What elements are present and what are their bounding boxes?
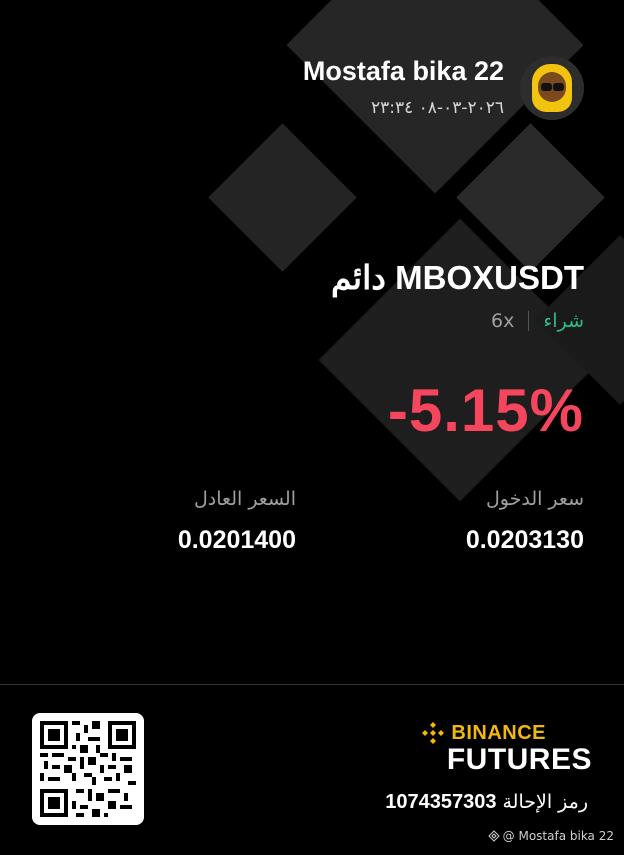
- background-diamond: [208, 123, 357, 272]
- fair-price: السعر العادل 0.0201400: [178, 488, 296, 555]
- entry-price-label: سعر الدخول: [485, 488, 584, 510]
- timestamp: ٢٠٢٦-٠٣-٠٨ ٢٣:٣٤: [370, 98, 504, 118]
- position-side: شراء: [543, 310, 584, 332]
- contract-symbol: MBOXUSDT دائم: [330, 259, 584, 296]
- entry-price: سعر الدخول 0.0203130: [466, 488, 584, 555]
- brand-name: BINANCE: [451, 721, 546, 744]
- position-meta: شراء 6x: [491, 310, 584, 332]
- leverage: 6x: [491, 310, 515, 332]
- binance-icon: [487, 830, 500, 842]
- pnl-percent: -5.15%: [387, 377, 584, 444]
- username: Mostafa bika 22: [302, 56, 504, 86]
- binance-futures-logo: BINANCE FUTURES: [392, 721, 592, 777]
- binance-icon: [422, 722, 445, 744]
- referral: رمز الإحالة 1074357303: [385, 791, 588, 814]
- user-header: Mostafa bika 22 ٢٠٢٦-٠٣-٠٨ ٢٣:٣٤: [124, 56, 584, 126]
- watermark: @ Mostafa bika 22: [487, 829, 614, 843]
- entry-price-value: 0.0203130: [465, 526, 584, 554]
- brand-product: FUTURES: [446, 743, 592, 776]
- share-footer: BINANCE FUTURES رمز الإحالة 1074357303 @…: [0, 684, 624, 855]
- fair-price-value: 0.0201400: [177, 526, 296, 554]
- avatar: [520, 56, 584, 120]
- fair-price-label: السعر العادل: [194, 488, 296, 510]
- referral-label: رمز الإحالة: [502, 791, 589, 813]
- qr-code[interactable]: [32, 713, 144, 825]
- referral-code: 1074357303: [385, 791, 497, 813]
- watermark-text: @ Mostafa bika 22: [502, 829, 614, 843]
- divider: [528, 311, 530, 331]
